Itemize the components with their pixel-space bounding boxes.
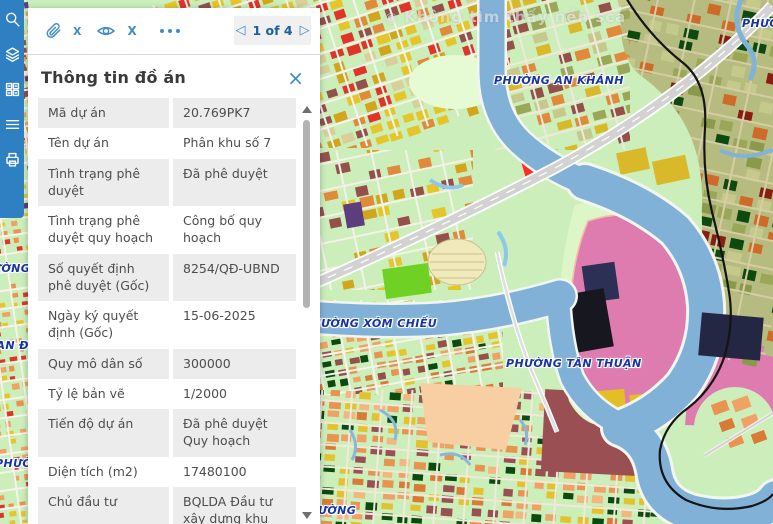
legend-list-button[interactable] [3,115,21,133]
field-label: Tỷ lệ bản vẽ [38,379,169,409]
basemap-grid-icon [4,81,21,98]
print-button[interactable] [3,150,21,168]
table-row: Ngày ký quyết định (Gốc)15-06-2025 [38,301,296,349]
field-label: Tình trạng phê duyệt quy hoạch [38,206,169,254]
scroll-down-icon[interactable] [302,512,312,519]
field-label: Diện tích (m2) [38,457,169,487]
table-row: Số quyết định phê duyệt (Gốc)8254/QĐ-UBN… [38,254,296,302]
table-row: Tiến độ dự ánĐã phê duyệt Quy hoạch [38,409,296,457]
field-label: Tình trạng phê duyệt [38,159,169,207]
field-label: Mã dự án [38,98,169,128]
search-icon [4,11,21,28]
table-row: Tỷ lệ bản vẽ1/2000 [38,379,296,409]
next-page-icon[interactable]: ▷ [300,24,310,37]
visibility-x-glyph[interactable]: X [127,24,136,38]
field-label: Quy mô dân số [38,349,169,379]
eye-icon [96,21,116,41]
visibility-button[interactable] [96,21,116,41]
table-row: Tình trạng phê duyệtĐã phê duyệt [38,159,296,207]
field-value: BQLDA Đầu tư xây dựng khu vực Thành phố … [173,487,296,524]
paperclip-icon [45,22,64,41]
field-value: Công bố quy hoạch [173,206,296,254]
prev-page-icon[interactable]: ◁ [235,24,245,37]
table-row: Tên dự ánPhân khu số 7 [38,128,296,158]
search-tool-button[interactable] [3,10,21,28]
layers-icon [4,46,21,63]
attachment-button[interactable] [45,22,64,41]
field-value: 20.769PK7 [173,98,296,128]
table-row: Tình trạng phê duyệt quy hoạchCông bố qu… [38,206,296,254]
popup-toolbar: X X ◁ 1 of 4 ▷ [28,8,320,55]
table-scrollbar[interactable] [301,104,313,521]
scrollbar-thumb[interactable] [303,120,310,308]
pagination: ◁ 1 of 4 ▷ [234,16,311,45]
close-icon[interactable]: × [287,70,304,86]
attribute-table: Mã dự án20.769PK7Tên dự ánPhân khu số 7T… [38,98,296,524]
panel-header: Thông tin đồ án × [28,55,320,95]
field-value: 17480100 [173,457,296,487]
table-row: Diện tích (m2)17480100 [38,457,296,487]
field-value: 15-06-2025 [173,301,296,349]
field-label: Chủ đầu tư [38,487,169,524]
app-window: PHƯỜNG AN KHÁNHPHƯỜNG XÓM CHIẾUPHƯỜNG TÂ… [0,0,773,524]
field-label: Số quyết định phê duyệt (Gốc) [38,254,169,302]
print-icon [4,151,21,168]
table-row: Mã dự án20.769PK7 [38,98,296,128]
field-label: Ngày ký quyết định (Gốc) [38,301,169,349]
field-value: Đã phê duyệt [173,159,296,207]
field-label: Tên dự án [38,128,169,158]
field-label: Tiến độ dự án [38,409,169,457]
scroll-up-icon[interactable] [302,106,312,113]
field-value: 300000 [173,349,296,379]
legend-list-icon [4,116,21,133]
field-value: 8254/QĐ-UBND [173,254,296,302]
table-row: Chủ đầu tưBQLDA Đầu tư xây dựng khu vực … [38,487,296,524]
basemap-gallery-button[interactable] [3,80,21,98]
panel-title: Thông tin đồ án [41,68,186,87]
map-toolbar-sidebar [0,0,24,218]
page-indicator: 1 of 4 [252,23,292,38]
layers-tool-button[interactable] [3,45,21,63]
table-row: Quy mô dân số300000 [38,349,296,379]
attachment-x-glyph[interactable]: X [73,25,81,38]
field-value: Đã phê duyệt Quy hoạch [173,409,296,457]
field-value: Phân khu số 7 [173,128,296,158]
info-panel: X X ◁ 1 of 4 ▷ Thông tin đồ án × Mã dự á… [28,8,320,524]
more-options-button[interactable] [160,29,180,33]
field-value: 1/2000 [173,379,296,409]
